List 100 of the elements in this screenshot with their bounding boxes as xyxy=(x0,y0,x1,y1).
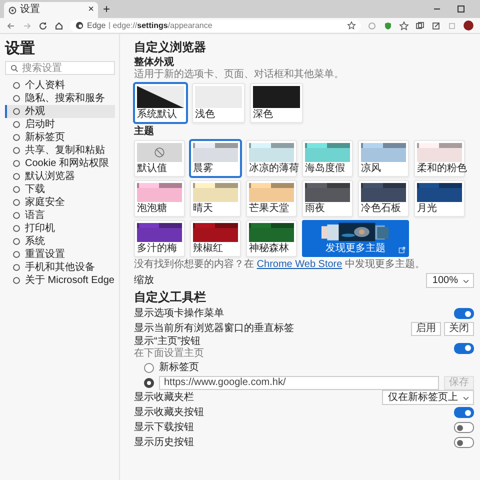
circle-icon xyxy=(12,211,21,220)
sidebar-item[interactable]: 隐私、搜索和服务 xyxy=(5,92,115,105)
setting-label: 显示当前所有浏览器窗口的垂直标签 xyxy=(134,322,294,334)
prohibited-icon xyxy=(154,147,165,158)
search-field[interactable]: 搜索设置 xyxy=(5,61,115,75)
theme-card[interactable]: 神秘森林 xyxy=(246,220,297,257)
shield-icon[interactable] xyxy=(383,20,393,30)
circle-icon xyxy=(12,146,21,155)
setting-label: 显示收藏夹按钮 xyxy=(134,406,204,418)
maximize-icon[interactable] xyxy=(456,4,466,14)
store-note: 没有找到你想要的内容？在 Chrome Web Store 中发现更多主题。 xyxy=(134,259,426,271)
circle-icon xyxy=(12,120,21,129)
refresh-icon[interactable] xyxy=(38,20,48,30)
circle-icon xyxy=(12,81,21,90)
search-icon xyxy=(10,64,19,72)
sidebar-item[interactable]: 打印机 xyxy=(5,222,115,235)
favorites-icon[interactable] xyxy=(399,20,409,30)
browser-tab[interactable]: 设置 × xyxy=(4,2,98,18)
circle-icon xyxy=(12,250,21,259)
group-label: 主题 xyxy=(134,126,155,138)
group-label: 整体外观 xyxy=(134,57,175,68)
dropdown[interactable]: 仅在新标签页上 xyxy=(382,390,474,405)
option-button[interactable]: 启用 xyxy=(411,322,441,336)
circle-icon xyxy=(12,198,21,207)
section-title: 自定义工具栏 xyxy=(134,290,207,305)
theme-card[interactable]: 海岛度假 xyxy=(302,140,353,177)
theme-card[interactable]: 芒果天堂 xyxy=(246,180,297,217)
circle-icon xyxy=(12,185,21,194)
home-icon[interactable] xyxy=(54,20,64,30)
circle-icon xyxy=(12,172,21,181)
store-link[interactable]: Chrome Web Store xyxy=(256,259,342,270)
sidebar-item[interactable]: 家庭安全 xyxy=(5,196,115,209)
setting-label: 显示“主页”按钮 xyxy=(134,336,202,348)
sidebar-item[interactable]: 外观 xyxy=(5,105,115,118)
discover-themes-card[interactable]: 发现更多主题 xyxy=(302,220,409,257)
theme-card[interactable]: 多汁的梅 xyxy=(134,220,185,257)
appearance-card[interactable]: 深色 xyxy=(250,83,303,123)
half-dark-preview-icon xyxy=(137,86,184,108)
theme-card[interactable]: 泡泡糖 xyxy=(134,180,185,217)
sidebar-item[interactable]: 关于 Microsoft Edge xyxy=(5,274,115,287)
toggle-switch[interactable] xyxy=(454,407,474,418)
radio-button[interactable] xyxy=(144,378,154,388)
sidebar-item[interactable]: 下载 xyxy=(5,183,115,196)
theme-card[interactable]: 凉风 xyxy=(358,140,409,177)
sidebar-item[interactable]: 系统 xyxy=(5,235,115,248)
sidebar-item[interactable]: 语言 xyxy=(5,209,115,222)
sidebar-item[interactable]: 新标签页 xyxy=(5,131,115,144)
back-icon[interactable] xyxy=(6,20,16,30)
circle-icon xyxy=(12,276,21,285)
theme-card[interactable]: 晴天 xyxy=(190,180,241,217)
circle-icon xyxy=(12,107,21,116)
option-button[interactable]: 关闭 xyxy=(444,322,474,336)
theme-card[interactable]: 晨雾 xyxy=(190,140,241,177)
toggle-switch[interactable] xyxy=(454,437,474,448)
circle-icon xyxy=(12,133,21,142)
setting-label: 显示收藏夹栏 xyxy=(134,392,194,404)
theme-card[interactable]: 辣椒红 xyxy=(190,220,241,257)
setting-label: 显示选项卡操作菜单 xyxy=(134,308,224,320)
sidebar-item[interactable]: 共享、复制和粘贴 xyxy=(5,144,115,157)
setting-label: 显示历史按钮 xyxy=(134,436,194,448)
zoom-dropdown[interactable]: 100% xyxy=(426,273,474,288)
external-link-icon xyxy=(398,246,406,254)
theme-card[interactable]: 雨夜 xyxy=(302,180,353,217)
collections-icon[interactable] xyxy=(415,20,425,30)
theme-card[interactable]: 冷色石板 xyxy=(358,180,409,217)
sidebar-item[interactable]: Cookie 和网站权限 xyxy=(5,157,115,170)
sidebar-item[interactable]: 个人资料 xyxy=(5,79,115,92)
theme-card[interactable]: 默认值 xyxy=(134,140,185,177)
edge-logo-icon xyxy=(75,21,84,30)
setting-description: 在下面设置主页 xyxy=(134,348,204,360)
theme-card[interactable]: 月光 xyxy=(414,180,465,217)
theme-card[interactable]: 冰凉的薄荷 xyxy=(246,140,297,177)
circle-icon xyxy=(12,159,21,168)
group-description: 适用于新的选项卡、页面、对话框和其他菜单。 xyxy=(134,69,345,81)
appearance-card[interactable]: 系统默认 xyxy=(134,83,187,123)
sidebar-item[interactable]: 启动时 xyxy=(5,118,115,131)
sidebar-item[interactable]: 重置设置 xyxy=(5,248,115,261)
address-bar[interactable]: Edge edge://settings/appearance xyxy=(70,20,361,32)
close-tab-button[interactable]: × xyxy=(88,4,94,16)
url-text: edge://settings/appearance xyxy=(112,20,212,30)
new-tab-button[interactable]: + xyxy=(103,2,110,16)
circle-icon xyxy=(12,237,21,246)
radio-label: 新标签页 xyxy=(159,362,199,374)
circle-icon xyxy=(12,263,21,272)
avatar-icon[interactable] xyxy=(463,20,474,31)
toggle-switch[interactable] xyxy=(454,308,474,319)
sidebar-title: 设置 xyxy=(5,40,36,58)
sidebar-item[interactable]: 手机和其他设备 xyxy=(5,261,115,274)
appearance-card[interactable]: 浅色 xyxy=(192,83,245,123)
sidebar-item[interactable]: 默认浏览器 xyxy=(5,170,115,183)
dark-preview-icon xyxy=(253,86,300,108)
tab-title: 设置 xyxy=(20,4,41,16)
theme-card[interactable]: 柔和的粉色 xyxy=(414,140,465,177)
radio-button[interactable] xyxy=(144,362,154,372)
circle-icon xyxy=(12,224,21,233)
zoom-label: 缩放 xyxy=(134,274,154,286)
toggle-switch[interactable] xyxy=(454,342,474,354)
url-input-field[interactable]: https://www.google.com.hk/ xyxy=(159,376,439,390)
toggle-switch[interactable] xyxy=(454,422,474,433)
star-icon[interactable] xyxy=(347,21,356,30)
